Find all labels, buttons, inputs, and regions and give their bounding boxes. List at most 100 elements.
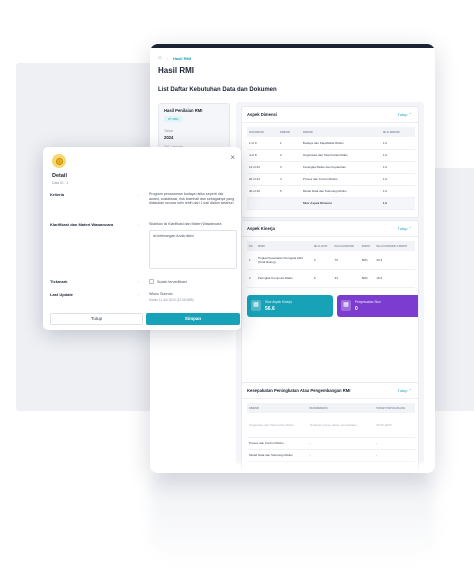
cell-weight: 50% [359, 269, 375, 288]
tickmark-label: Tickmark [50, 279, 68, 284]
penyesuaian-skor-card: ▦ Penyesuaian Skor 0 [337, 295, 418, 317]
column-header: PARAMETER [247, 127, 279, 137]
klarifikasi-hint: Silahkan isi Klarifikasi dan Materi Wawa… [149, 222, 222, 226]
cell-value: 1.0 [380, 149, 415, 162]
table-row[interactable]: 40 of 40 5 Model Data dan Teknologi Risiko… [247, 185, 415, 198]
cell-parameter: 1 of 9 [247, 137, 279, 150]
cell-kpmr: Tingkat Kesehatan Peringkat Aktif (Total… [255, 251, 312, 270]
cell-value: 1.0 [380, 137, 415, 150]
colon: : [138, 222, 140, 227]
summary-title: Hasil Penilaian RMI [164, 108, 203, 113]
criteria-text: Program penanaman budaya risiko seperti … [149, 192, 235, 206]
table-row[interactable]: 1 Tingkat Kesehatan Peringkat Aktif (Tota… [247, 251, 415, 270]
cell-dimension-no: 3 [278, 161, 301, 174]
save-button[interactable]: Simpan [146, 313, 240, 325]
cell-dimension: Model Data dan Teknologi Risiko [300, 185, 381, 198]
cell-kpmr: Peringkat Komposit Risiko [255, 269, 312, 288]
summary-row: Skor Aspek Dimensi 1.0 [247, 197, 415, 210]
table-row[interactable]: Organisasi dan Tata Kelola Risiko Terdapa… [247, 413, 415, 438]
summary-value: 1.0 [380, 197, 415, 210]
detail-modal: ! × Detail Data ID : 1 Kriteria : Progra… [43, 147, 241, 330]
skor-aspek-kinerja-card: ▦ Skor Aspek Kinerja 56.6 [247, 295, 333, 317]
top-bar [150, 44, 435, 48]
cell-value: 33 [332, 269, 360, 288]
last-update-date: Kamis 11 Juli 2024 (12:05 WIB) [149, 298, 194, 302]
checkbox-icon[interactable] [149, 279, 154, 284]
chart-icon: ▦ [251, 300, 261, 311]
cell-value: 1.0 [380, 185, 415, 198]
colon: : [138, 292, 140, 297]
home-icon[interactable]: ⌂ [158, 55, 162, 61]
table-header-row: PARAMETER DIMENSI DIMENSI NILAI DIMENSI [247, 127, 415, 137]
cell-result: 33.3 [374, 251, 415, 270]
cell-value: 75 [332, 251, 360, 270]
cell-parameter: 12 of 23 [247, 161, 279, 174]
cell-parameter: 20 of 24 [247, 173, 279, 186]
year-value: 2024 [164, 135, 174, 140]
table-row[interactable]: 20 of 24 4 Proses dan Kontrol Risiko 1.0 [247, 173, 415, 186]
collapse-label: Tutup [397, 112, 408, 117]
cell-parameter: 4 of 8 [247, 149, 279, 162]
chevron-up-icon: ⌃ [408, 112, 412, 117]
cell-result: 16.5 [374, 269, 415, 288]
aspek-dimensi-title: Aspek Dimensi [247, 112, 278, 117]
summary-label: Skor Aspek Dimensi [300, 197, 381, 210]
column-header: KPMR [255, 241, 312, 251]
cell-value: 1.0 [380, 173, 415, 186]
column-header: DIMENSI [300, 127, 381, 137]
kesepakatan-collapse-button[interactable]: Tutup ⌃ [397, 388, 412, 393]
chevron-up-icon: ⌃ [408, 388, 412, 393]
colon: : [138, 192, 140, 197]
aspek-kinerja-title: Aspek Kinerja [247, 226, 275, 231]
column-header: NILAI AKTIF [311, 241, 333, 251]
chevron-up-icon: ⌃ [408, 226, 412, 231]
cancel-button[interactable]: Tutup [50, 313, 143, 325]
table-row[interactable]: Proses dan Kontrol Risiko - - [247, 437, 415, 450]
table-row[interactable]: 12 of 23 3 Kerangka Risiko dan Kepatuhan 1.… [247, 161, 415, 174]
table-row[interactable]: 1 of 9 1 Budaya dan Kapabilitas Risiko 1.0 [247, 137, 415, 150]
table-row[interactable]: 2 Peringkat Komposit Risiko 6 33 50% 16.5 [247, 269, 415, 288]
tickmark-text: Sudah terverifikasi [157, 279, 187, 284]
cell-value: 6 [311, 269, 333, 288]
content-panel: Aspek Dimensi Tutup ⌃ PARAMETER DIMENSI … [236, 102, 424, 473]
aspek-dimensi-table: PARAMETER DIMENSI DIMENSI NILAI DIMENSI … [247, 127, 415, 210]
divider [242, 122, 418, 123]
cell-dimension: Organisasi dan Tata Kelola Risiko [300, 149, 381, 162]
cell-value: 4 [311, 251, 333, 270]
tickmark-checkbox[interactable]: Sudah terverifikasi [149, 279, 187, 284]
column-header: NILAI KONVERSI X BOBOT [374, 241, 415, 251]
klarifikasi-textarea[interactable]: isi keterangan Anda disini [149, 230, 237, 269]
last-update-name: Wisnu Subroto [149, 292, 173, 296]
info-icon: ! [52, 154, 66, 168]
colon: : [138, 279, 140, 284]
company-badge: PT ABC [164, 116, 183, 122]
stage: ⌂ › Hasil RMI Hasil RMI List Daftar Kebu… [0, 0, 474, 577]
divider [242, 236, 418, 237]
collapse-label: Tutup [397, 226, 408, 231]
cell-dimension: Budaya dan Kapabilitas Risiko [300, 137, 381, 150]
cell-no: 1 [247, 251, 256, 270]
breadcrumb-separator: › [166, 55, 168, 61]
cell-dimension-no: 4 [278, 173, 301, 186]
score-label: Penyesuaian Skor [355, 300, 381, 304]
score-value: 56.6 [265, 306, 275, 312]
cell-target: 05-06-2025 [374, 413, 415, 438]
close-icon[interactable]: × [230, 154, 235, 162]
adjust-icon: ▦ [341, 300, 351, 311]
score-label: Skor Aspek Kinerja [265, 300, 292, 304]
cell-no: 2 [247, 269, 256, 288]
score-value: 0 [355, 306, 358, 312]
table-row[interactable]: 4 of 8 2 Organisasi dan Tata Kelola Risiko… [247, 149, 415, 162]
cell-weight: 50% [359, 251, 375, 270]
cell-recommendation: - [307, 437, 375, 450]
breadcrumb-current[interactable]: Hasil RMI [173, 56, 191, 61]
cell-target: - [374, 437, 415, 450]
klarifikasi-label: Klarifikasi dan Materi Wawancara [50, 222, 114, 227]
column-header: TARGET PENYELESAIAN [374, 403, 415, 413]
cell-dimension: Organisasi dan Tata Kelola Risiko [247, 413, 308, 438]
cell-dimension: Kerangka Risiko dan Kepatuhan [300, 161, 381, 174]
modal-title: Detail [52, 173, 67, 179]
aspek-dimensi-collapse-button[interactable]: Tutup ⌃ [397, 112, 412, 117]
year-label: Tahun [164, 129, 174, 133]
aspek-kinerja-collapse-button[interactable]: Tutup ⌃ [397, 226, 412, 231]
